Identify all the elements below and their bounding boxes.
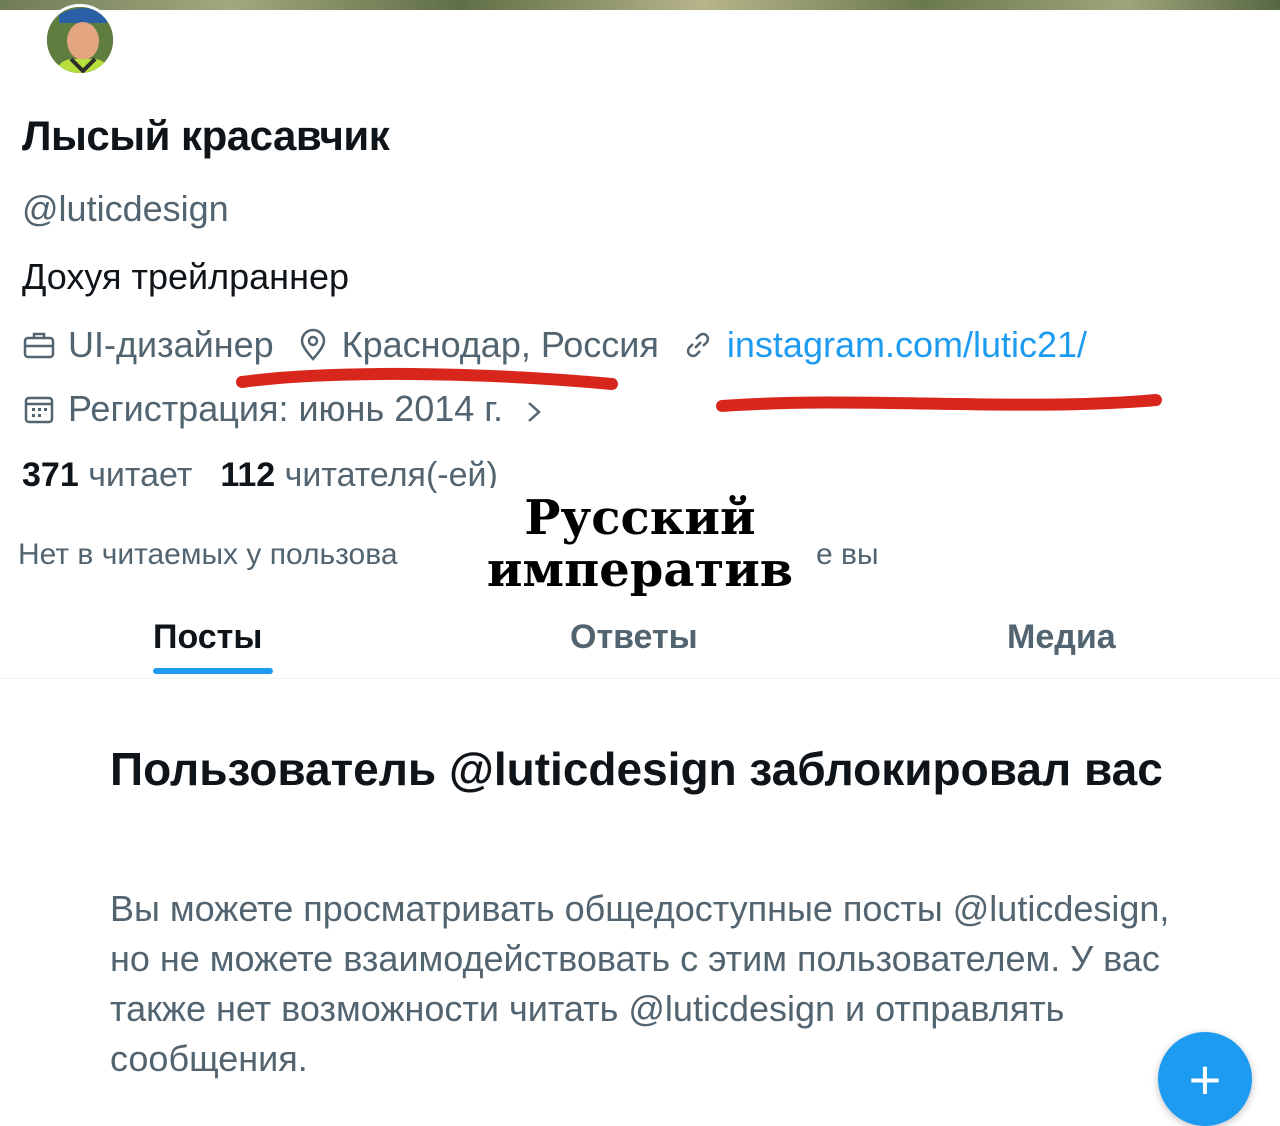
location-item: Краснодар, Россия [296, 324, 659, 366]
profile-bio: Дохуя трейлраннер [22, 256, 349, 297]
calendar-icon [22, 392, 56, 426]
username-handle: @luticdesign [22, 188, 229, 229]
location-label: Краснодар, Россия [341, 324, 659, 365]
active-tab-indicator [153, 668, 273, 674]
red-underline-website [716, 394, 1162, 412]
profession-label: UI-дизайнер [68, 324, 274, 365]
followers-stat[interactable]: 112 читателя(-ей) [220, 456, 497, 494]
profession-item: UI-дизайнер [22, 324, 274, 366]
avatar[interactable] [44, 4, 116, 76]
blocked-description: Вы можете просматривать общедоступные по… [110, 888, 1170, 1079]
briefcase-icon [22, 328, 56, 362]
website-link[interactable]: instagram.com/lutic21/ [727, 324, 1087, 366]
join-date-label: Регистрация: июнь 2014 г. [68, 388, 504, 429]
compose-post-button[interactable]: + [1158, 1032, 1252, 1126]
followers-you-know-notice: Нет в читаемых у пользова [18, 538, 398, 571]
following-count: 371 [22, 456, 79, 494]
profile-banner[interactable] [0, 0, 1280, 10]
caption-overlay: Русский императив [470, 488, 810, 602]
following-stat[interactable]: 371 читает [22, 456, 192, 494]
chevron-right-icon [523, 394, 545, 424]
followers-count: 112 [220, 456, 276, 494]
followers-label: читателя(-ей) [284, 456, 498, 494]
caption-line-2: императив [486, 542, 794, 598]
tab-replies[interactable]: Ответы [570, 618, 698, 657]
join-date-row[interactable]: Регистрация: июнь 2014 г. [22, 388, 545, 430]
website-item[interactable]: instagram.com/lutic21/ [681, 324, 1087, 366]
plus-icon: + [1188, 1048, 1222, 1111]
avatar-photo [47, 7, 113, 73]
caption-line-1: Русский [524, 490, 756, 546]
red-underline-location [236, 367, 618, 390]
blocked-title: Пользователь @luticdesign заблокировал в… [110, 743, 1163, 795]
tab-posts[interactable]: Посты [153, 618, 262, 657]
display-name: Лысый красавчик [22, 112, 390, 159]
following-label: читает [88, 456, 193, 494]
follow-stats: 371 читает 112 читателя(-ей) [22, 456, 498, 495]
link-icon [681, 328, 715, 362]
profile-meta-row: UI-дизайнер Краснодар, Россия instagram.… [22, 324, 1109, 366]
followers-you-know-notice-end: е вы [816, 538, 879, 571]
location-pin-icon [296, 328, 330, 362]
tab-media[interactable]: Медиа [1007, 618, 1116, 657]
